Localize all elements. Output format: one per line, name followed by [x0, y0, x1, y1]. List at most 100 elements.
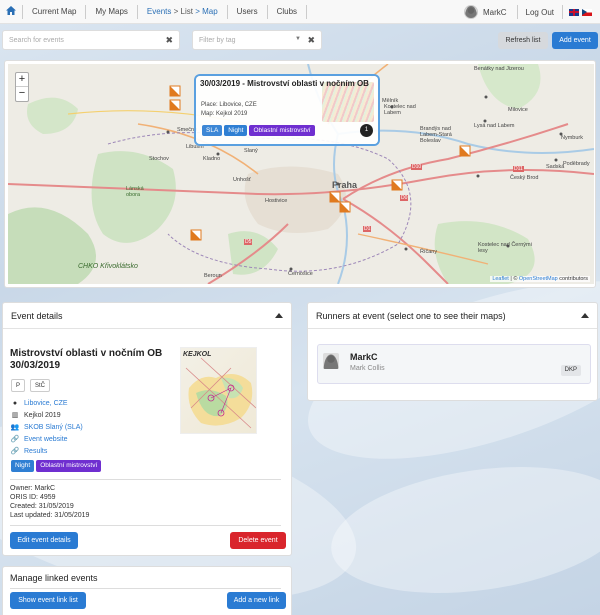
nav-events: Events > List > Map [138, 7, 218, 16]
navbar: Current Map My Maps Events > List > Map … [0, 0, 600, 24]
map-label: Kostelec nad Černými lesy [478, 242, 532, 254]
link-icon: 🔗 [10, 436, 20, 443]
event-results-link[interactable]: Results [24, 448, 47, 455]
map-label: Lánská obora [126, 186, 144, 198]
clear-search-icon[interactable]: ✖ [165, 35, 173, 46]
linked-events-heading: Manage linked events [10, 573, 98, 583]
nav-divider [562, 5, 563, 19]
popup-title[interactable]: 30/03/2019 - Mistrovství oblasti v noční… [200, 79, 375, 89]
map-label: Stochov [149, 156, 169, 162]
search-input[interactable]: Search for events ✖ [2, 30, 180, 50]
event-title: Mistrovství oblasti v nočním OB 30/03/20… [10, 348, 163, 371]
map-label: Unhošť [233, 177, 251, 183]
event-details-panel: Event details Mistrovství oblasti v nočn… [2, 302, 292, 556]
map-label: Praha [332, 180, 358, 190]
event-map-thumbnail[interactable]: KEJKOL [180, 347, 257, 434]
event-tags: Night Oblastní mistrovství [11, 460, 102, 472]
map-label: Benátky nad Jizerou [474, 66, 524, 72]
popup-map: Map: Kejkol 2019 [201, 111, 248, 117]
runner-username: MarkC [350, 352, 378, 362]
collapse-icon[interactable] [275, 313, 283, 318]
edit-event-button[interactable]: Edit event details [10, 532, 78, 549]
event-details-header[interactable]: Event details [3, 303, 291, 329]
road-label: D5 [244, 239, 253, 245]
divider [10, 525, 281, 526]
refresh-list-button[interactable]: Refresh list [498, 32, 548, 49]
nav-my-maps[interactable]: My Maps [86, 7, 136, 16]
avatar[interactable] [463, 5, 478, 19]
map-label: Sadská [546, 164, 565, 170]
home-icon[interactable] [0, 5, 22, 18]
nav-current-map[interactable]: Current Map [23, 7, 85, 16]
event-owner: Owner: MarkC [10, 485, 56, 492]
tag-sla: SLA [202, 125, 223, 136]
nav-username[interactable]: MarkC [483, 8, 507, 17]
divider [10, 479, 281, 480]
event-place-link[interactable]: Libovice, CZE [24, 400, 68, 407]
linked-events-panel: Manage linked events Show event link lis… [2, 566, 292, 615]
event-region-pill: StČ [30, 379, 50, 392]
navbar-user-area: MarkC Log Out [463, 0, 592, 24]
runner-fullname: Mark Collis [350, 365, 385, 372]
event-updated: Last updated: 31/05/2019 [10, 512, 90, 519]
nav-events-map[interactable]: > Map [195, 7, 217, 16]
tag-oblastni: Oblastní mistrovství [249, 125, 315, 136]
divider [10, 588, 281, 589]
zoom-out-button[interactable]: − [16, 87, 28, 101]
road-label: D0 [400, 195, 409, 201]
nav-events-list[interactable]: > List [174, 7, 193, 16]
event-club-link[interactable]: SKOB Slaný (SLA) [24, 424, 83, 431]
link-icon: 🔗 [10, 448, 20, 455]
tag-oblastni: Oblastní mistrovství [36, 460, 102, 472]
runners-header[interactable]: Runners at event (select one to see thei… [308, 303, 597, 329]
uk-flag-icon[interactable] [569, 8, 579, 16]
logout-link[interactable]: Log Out [526, 8, 554, 17]
tag-filter-select[interactable]: Filter by tag ▼ ✖ [192, 30, 322, 50]
event-place-row: ● Libovice, CZE [10, 400, 68, 407]
runners-panel: Runners at event (select one to see thei… [307, 302, 598, 401]
map-label: Český Brod [510, 175, 539, 181]
cz-flag-icon[interactable] [582, 8, 592, 16]
map-label: Poděbrady [563, 161, 590, 167]
zoom-in-button[interactable]: + [16, 73, 28, 87]
add-link-button[interactable]: Add a new link [227, 592, 286, 609]
leaflet-link[interactable]: Leaflet [492, 276, 509, 282]
tag-night: Night [224, 125, 248, 136]
event-website-link[interactable]: Event website [24, 436, 68, 443]
map-label: Nymburk [561, 135, 584, 141]
tag-night: Night [11, 460, 35, 472]
chevron-down-icon: ▼ [295, 36, 301, 42]
map-marker-icon: ● [12, 400, 18, 407]
map-icon: ▥ [11, 412, 19, 419]
users-icon: 👥 [10, 424, 20, 431]
events-map[interactable]: Benátky nad Jizerou Mělník Kostelec nad … [8, 64, 594, 284]
map-panel: Benátky nad Jizerou Mělník Kostelec nad … [4, 60, 596, 288]
attribution-sep: | © [508, 276, 519, 282]
delete-event-button[interactable]: Delete event [230, 532, 286, 549]
map-label: Slaný [244, 148, 258, 154]
nav-divider [306, 4, 308, 19]
search-placeholder: Search for events [9, 36, 64, 44]
map-label: Lysá nad Labem [474, 123, 515, 129]
map-label: CHKO Křivoklátsko [78, 263, 138, 270]
nav-users[interactable]: Users [228, 7, 267, 16]
event-results-row: 🔗 Results [10, 447, 48, 456]
collapse-icon[interactable] [581, 313, 589, 318]
road-label: D1 [363, 226, 372, 232]
map-label: Smečno [177, 127, 198, 133]
popup-tags: SLA Night Oblastní mistrovství [202, 125, 315, 136]
event-details-heading: Event details [11, 310, 63, 321]
nav-events-link[interactable]: Events [147, 7, 171, 16]
clear-tag-icon[interactable]: ✖ [307, 35, 315, 46]
tag-filter-placeholder: Filter by tag [199, 36, 236, 44]
add-event-button[interactable]: Add event [552, 32, 598, 49]
osm-link[interactable]: OpenStreetMap [519, 276, 558, 282]
popup-place: Place: Libovice, CZE [201, 102, 257, 108]
map-label: Milovice [508, 107, 528, 113]
map-label: Hostivice [265, 198, 288, 204]
show-link-list-button[interactable]: Show event link list [10, 592, 86, 609]
event-popup[interactable]: 30/03/2019 - Mistrovství oblasti v noční… [196, 76, 378, 144]
event-type-pill: P [11, 379, 25, 392]
runner-card[interactable]: MarkC Mark Collis DKP [317, 344, 591, 384]
nav-clubs[interactable]: Clubs [268, 7, 306, 16]
